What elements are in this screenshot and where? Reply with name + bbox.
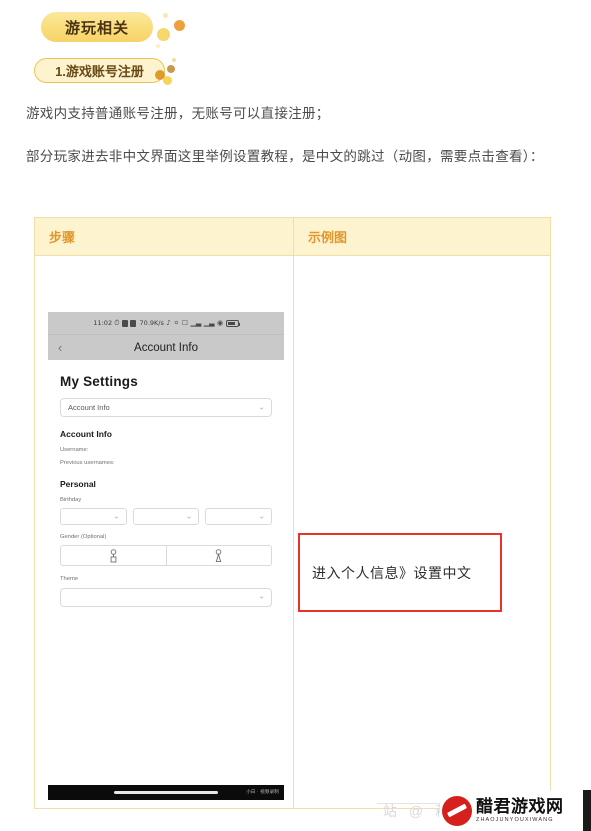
brand-logo-icon (442, 795, 472, 826)
signal-icon: ▁▃ (190, 318, 202, 327)
gender-option-male[interactable] (60, 545, 167, 567)
personal-heading: Personal (60, 479, 96, 490)
chevron-down-icon: ⌄ (258, 511, 266, 521)
table-cell-example: 进入个人信息》设置中文 (294, 256, 550, 809)
chevron-down-icon: ⌄ (185, 511, 193, 521)
status-bar-left: 11:02 ⏱ (93, 318, 136, 327)
phone-home-bar: 小白 · 视频录制 (48, 785, 284, 800)
page-root: 游玩相关 1.游戏账号注册 游戏内支持普通账号注册，无账号可以直接注册； 部分玩… (0, 0, 591, 831)
home-indicator[interactable] (114, 791, 218, 794)
status-net-speed: 70.9K/s (139, 319, 164, 327)
home-bar-label: 小白 · 视频录制 (246, 789, 279, 794)
decor-dot-icon (163, 13, 168, 18)
previous-usernames-label: Previous usernames: (60, 460, 115, 467)
phone-screenshot: 11:02 ⏱ 70.9K/s ♪ ⚪ ☐ ▁▃ ▁▃ ◉ ‹ Account … (48, 312, 284, 800)
decor-dot-icon (167, 65, 175, 73)
phone-nav-bar: ‹ Account Info (48, 334, 284, 360)
settings-select[interactable]: Account Info ⌄ (60, 398, 272, 417)
account-info-heading: Account Info (60, 429, 112, 439)
watermark-edge (583, 790, 591, 831)
dnd-icon: ⚪ (173, 318, 180, 327)
phone-form-body: My Settings Account Info ⌄ Account Info … (48, 360, 284, 778)
annotation-text: 进入个人信息》设置中文 (312, 564, 472, 581)
table-body-row: 11:02 ⏱ 70.9K/s ♪ ⚪ ☐ ▁▃ ▁▃ ◉ ‹ Account … (35, 256, 550, 809)
status-time: 11:02 (93, 319, 113, 327)
table-header-steps: 步骤 (35, 218, 294, 255)
status-bar-right: 70.9K/s ♪ ⚪ ☐ ▁▃ ▁▃ ◉ (139, 318, 241, 327)
username-label: Username: (60, 447, 89, 453)
chevron-down-icon: ⌄ (258, 591, 265, 601)
decor-dot-icon (156, 44, 160, 48)
brand-name-cn: 醋君游戏网 (476, 796, 564, 816)
brand-name-en: ZHAOJUNYOUXIWANG (476, 816, 554, 823)
birthday-select-day[interactable]: ⌄ (60, 508, 127, 526)
vpn-icon: ☐ (181, 318, 188, 327)
annotation-box: 进入个人信息》设置中文 (298, 533, 502, 612)
chevron-left-icon[interactable]: ‹ (58, 341, 62, 354)
chevron-down-icon: ⌄ (112, 511, 120, 521)
watermark: 站 @ 菘 醋君游戏网 ZHAOJUNYOUXIWANG (377, 789, 591, 831)
phone-nav-title: Account Info (134, 341, 198, 354)
birthday-label: Birthday (60, 497, 82, 504)
settings-select-value: Account Info (68, 403, 110, 412)
steps-table: 步骤 示例图 11:02 ⏱ 70.9K/s ♪ ⚪ ☐ ▁▃ ▁▃ ◉ ‹ A… (34, 217, 551, 809)
birthday-select-month[interactable]: ⌄ (132, 508, 200, 526)
table-cell-steps: 11:02 ⏱ 70.9K/s ♪ ⚪ ☐ ▁▃ ▁▃ ◉ ‹ Account … (35, 256, 294, 809)
phone-status-bar: 11:02 ⏱ 70.9K/s ♪ ⚪ ☐ ▁▃ ▁▃ ◉ (48, 312, 284, 334)
table-header-example: 示例图 (308, 230, 348, 245)
watermark-brand: 醋君游戏网 ZHAOJUNYOUXIWANG (440, 790, 591, 831)
gender-option-female[interactable] (166, 545, 272, 567)
sim-block-icon (121, 319, 128, 327)
sim-block-icon-2 (129, 319, 136, 327)
birthday-select-year[interactable]: ⌄ (205, 508, 273, 526)
theme-label: Theme (60, 576, 79, 583)
male-gender-icon (110, 549, 117, 563)
alarm-icon: ⏱ (114, 318, 120, 327)
wifi-icon: ◉ (217, 318, 224, 327)
battery-icon (225, 319, 241, 327)
gender-label: Gender (Optional) (60, 534, 107, 541)
decor-dot-icon (172, 58, 176, 62)
gender-option-group (60, 545, 272, 567)
badge-section: 1.游戏账号注册 (34, 58, 165, 83)
brand-text: 醋君游戏网 ZHAOJUNYOUXIWANG (476, 798, 564, 824)
decor-dot-icon (155, 70, 165, 80)
chevron-down-icon: ⌄ (258, 402, 265, 412)
birthday-select-group: ⌄ ⌄ ⌄ (60, 508, 273, 526)
mute-icon: ♪ (166, 318, 171, 327)
my-settings-heading: My Settings (60, 374, 138, 389)
decor-dot-icon (174, 20, 185, 31)
paragraph-intro: 游戏内支持普通账号注册，无账号可以直接注册； (26, 106, 330, 121)
theme-select[interactable]: ⌄ (60, 587, 272, 607)
decor-dot-icon (157, 28, 170, 41)
table-header-row: 步骤 示例图 (35, 218, 550, 256)
paragraph-note: 部分玩家进去非中文界面这里举例设置教程，是中文的跳过（动图，需要点击查看）： (26, 149, 544, 164)
female-gender-icon (215, 549, 222, 562)
badge-category: 游玩相关 (41, 12, 153, 42)
signal-icon-2: ▁▃ (203, 318, 215, 327)
